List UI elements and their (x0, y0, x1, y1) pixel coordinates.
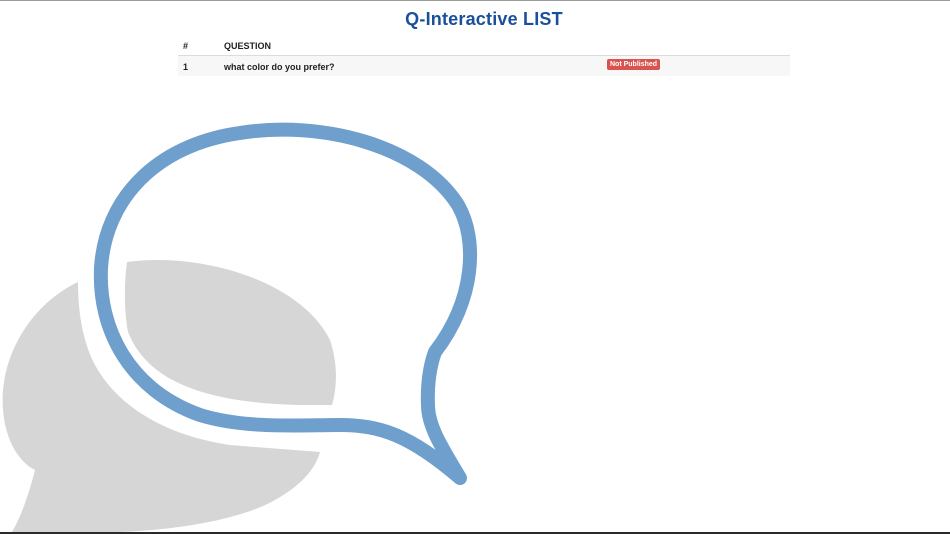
row-question-text[interactable]: what color do you prefer? (224, 62, 335, 72)
status-badge: Not Published (607, 59, 661, 70)
row-number: 1 (183, 62, 189, 72)
table-header: # QUESTION (178, 36, 790, 56)
column-header-number: # (183, 41, 189, 51)
question-list-table: # QUESTION 1 what color do you prefer? N… (178, 36, 790, 76)
table-row[interactable]: 1 what color do you prefer? Not Publishe… (178, 56, 790, 76)
page-title: Q-Interactive LIST (405, 9, 563, 29)
speech-bubbles-icon (2, 122, 478, 532)
column-header-question: QUESTION (224, 41, 272, 51)
